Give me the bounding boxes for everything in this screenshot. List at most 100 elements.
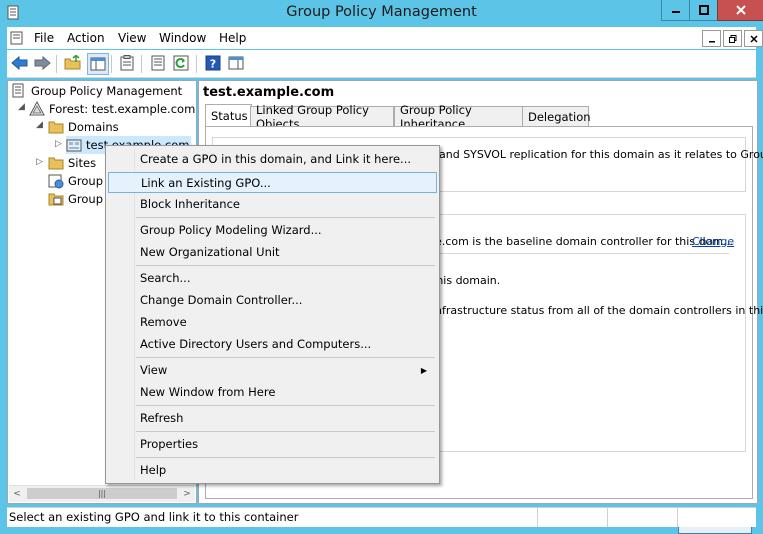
tree-item-forest[interactable]: Forest: test.example.com <box>29 100 195 118</box>
show-hide-console-tree-button[interactable] <box>87 53 109 75</box>
menu-bar: File Action View Window Help <box>7 27 763 49</box>
window-title: Group Policy Management <box>286 4 477 20</box>
menu-help[interactable]: Help <box>219 31 246 45</box>
menu-item-new-ou[interactable]: New Organizational Unit <box>108 242 437 262</box>
domain-icon <box>66 139 82 152</box>
toolbar-separator <box>56 55 57 73</box>
status-text: Select an existing GPO and link it to th… <box>9 510 299 524</box>
forward-arrow-icon <box>34 55 51 71</box>
menu-item-view[interactable]: View ▶ <box>108 360 437 380</box>
minimize-icon <box>708 40 715 42</box>
close-icon <box>749 34 758 43</box>
status-bar: Select an existing GPO and link it to th… <box>7 507 756 527</box>
menu-item-label: Block Inheritance <box>140 197 240 211</box>
context-menu: Create a GPO in this domain, and Link it… <box>105 145 440 484</box>
expand-arrow-icon[interactable]: ▷ <box>36 157 43 167</box>
help-icon: ? <box>205 55 221 71</box>
menu-item-gp-modeling-wizard[interactable]: Group Policy Modeling Wizard... <box>108 220 437 240</box>
forest-icon <box>29 101 45 116</box>
menu-item-search[interactable]: Search... <box>108 268 437 288</box>
change-dc-link[interactable]: Change <box>692 235 734 248</box>
menu-item-label: Create a GPO in this domain, and Link it… <box>140 152 412 166</box>
toolbar-separator <box>196 55 197 73</box>
up-one-level-button[interactable] <box>63 53 83 73</box>
show-action-pane-button[interactable] <box>226 53 246 73</box>
divider <box>432 253 729 254</box>
tab-status[interactable]: Status <box>205 104 252 128</box>
menu-item-label: Search... <box>140 271 191 285</box>
tree-item-label: Group <box>68 192 104 206</box>
menu-item-help[interactable]: Help <box>108 460 437 480</box>
menu-item-create-gpo[interactable]: Create a GPO in this domain, and Link it… <box>108 149 437 169</box>
menu-action[interactable]: Action <box>67 31 105 45</box>
menu-item-label: Remove <box>140 315 187 329</box>
menu-item-change-dc[interactable]: Change Domain Controller... <box>108 290 437 310</box>
help-button[interactable]: ? <box>203 53 223 73</box>
replication-text: and SYSVOL replication for this domain a… <box>439 148 763 161</box>
minimize-button[interactable] <box>661 0 690 21</box>
back-button[interactable] <box>10 53 30 73</box>
menu-window[interactable]: Window <box>159 31 206 45</box>
results-icon <box>48 193 64 206</box>
properties-button[interactable] <box>117 53 137 73</box>
refresh-button[interactable] <box>171 53 191 73</box>
forward-button[interactable] <box>32 53 52 73</box>
tree-horizontal-scrollbar[interactable]: < ||| > <box>9 485 195 502</box>
mdi-controls <box>702 30 763 47</box>
export-list-button[interactable] <box>148 53 168 73</box>
title-bar[interactable]: Group Policy Management <box>0 0 763 26</box>
menu-view[interactable]: View <box>118 31 146 45</box>
console-icon[interactable] <box>10 31 25 45</box>
tree-item-label: Sites <box>68 156 97 170</box>
menu-separator <box>136 431 435 432</box>
mdi-minimize-button[interactable] <box>702 30 721 47</box>
infrastructure-status-text: infrastructure status from all of the do… <box>432 304 763 317</box>
app-window: Group Policy Management File Action View… <box>0 0 763 534</box>
menu-item-block-inheritance[interactable]: Block Inheritance <box>108 194 437 214</box>
tree-item-domains[interactable]: Domains <box>48 118 119 136</box>
menu-item-new-window[interactable]: New Window from Here <box>108 382 437 402</box>
submenu-arrow-icon: ▶ <box>420 365 427 375</box>
menu-item-remove[interactable]: Remove <box>108 312 437 332</box>
menu-item-label: New Window from Here <box>140 385 276 399</box>
scroll-thumb[interactable]: ||| <box>27 488 177 499</box>
mdi-restore-button[interactable] <box>723 30 742 47</box>
menu-item-refresh[interactable]: Refresh <box>108 408 437 428</box>
folder-icon <box>48 121 64 134</box>
tab-gp-inheritance[interactable]: Group Policy Inheritance <box>394 103 523 131</box>
tree-item-label: Group Policy Management <box>31 84 183 98</box>
gpm-root-icon <box>12 83 24 98</box>
modeling-icon <box>48 174 64 189</box>
menu-item-ad-users-computers[interactable]: Active Directory Users and Computers... <box>108 334 437 354</box>
menu-item-label: Help <box>140 463 167 477</box>
toolbar: ? <box>7 50 756 78</box>
page-title: test.example.com <box>203 85 335 100</box>
tree-item-group-policy-modeling[interactable]: Group <box>48 172 103 190</box>
scroll-left-icon[interactable]: < <box>9 486 25 502</box>
menu-item-label: Group Policy Modeling Wizard... <box>140 223 322 237</box>
minimize-icon <box>671 11 680 13</box>
tree-item-label: Domains <box>68 120 119 134</box>
mdi-close-button[interactable] <box>744 30 763 47</box>
scroll-right-icon[interactable]: > <box>179 486 195 502</box>
tree-item-root[interactable]: Group Policy Management <box>11 82 182 100</box>
menu-file[interactable]: File <box>34 31 54 45</box>
collapse-arrow-icon[interactable]: ◢ <box>18 102 25 112</box>
action-pane-icon <box>228 56 244 70</box>
collapse-arrow-icon[interactable]: ◢ <box>36 120 43 130</box>
close-button[interactable] <box>717 0 763 21</box>
tree-item-group-policy-results[interactable]: Group <box>48 190 103 208</box>
menu-item-label: New Organizational Unit <box>140 245 280 259</box>
status-divider <box>607 508 608 527</box>
export-list-icon <box>151 55 165 71</box>
menu-item-properties[interactable]: Properties <box>108 434 437 454</box>
menu-item-link-existing-gpo[interactable]: Link an Existing GPO... <box>108 172 437 193</box>
restore-icon <box>728 34 736 43</box>
tab-linked-gpos[interactable]: Linked Group Policy Objects <box>250 103 394 131</box>
tree-item-sites[interactable]: Sites <box>48 154 96 172</box>
maximize-button[interactable] <box>689 0 718 21</box>
tab-delegation[interactable]: Delegation <box>522 106 591 127</box>
folder-up-icon <box>64 55 81 70</box>
expand-arrow-icon[interactable]: ▷ <box>55 139 62 149</box>
close-icon <box>735 5 746 15</box>
